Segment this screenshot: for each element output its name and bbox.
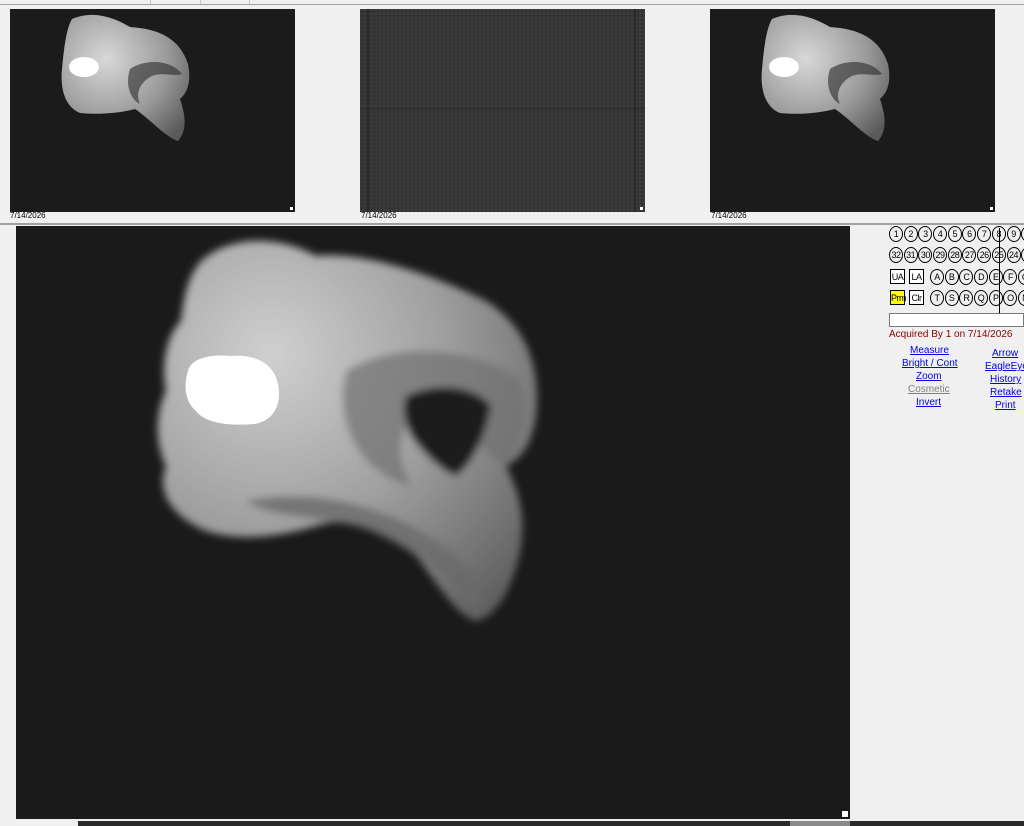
primary-tooth-button[interactable]: T	[930, 290, 944, 306]
tooth-button[interactable]: 4	[933, 226, 948, 242]
top-tab-divider	[150, 0, 151, 4]
upper-teeth-row: 1 2 3 4 5 6 7 8 9 10	[889, 226, 1024, 242]
measure-link[interactable]: Measure	[910, 345, 949, 356]
zoom-link[interactable]: Zoom	[916, 371, 942, 382]
thumbnail-3-date: 7/14/2026	[711, 211, 747, 220]
primary-tooth-button[interactable]: O	[1003, 290, 1018, 306]
thumbnail-1-date: 7/14/2026	[10, 211, 46, 220]
main-xray-view[interactable]	[16, 226, 850, 819]
top-rule	[0, 4, 1024, 5]
thumbnail-corner-marker	[990, 207, 993, 210]
tooth-button[interactable]: 30	[918, 247, 933, 263]
tooth-button[interactable]: 3	[918, 226, 933, 242]
scrollbar-thumb[interactable]	[790, 821, 850, 826]
tooth-button[interactable]: 9	[1006, 226, 1021, 242]
tooth-button[interactable]: 1	[889, 226, 903, 242]
primary-tooth-button[interactable]: G	[1018, 269, 1024, 285]
strip-divider	[0, 223, 1024, 225]
primary-tooth-button[interactable]: B	[944, 269, 959, 285]
thumbnail-corner-marker	[640, 207, 643, 210]
description-input[interactable]	[889, 313, 1024, 327]
history-link[interactable]: History	[990, 374, 1021, 385]
blank-xray-image	[360, 9, 645, 212]
eagleeye-link[interactable]: EagleEye	[985, 361, 1024, 372]
lower-teeth-row: 32 31 30 29 28 27 26 25 24 23	[889, 247, 1024, 263]
acquired-info: Acquired By 1 on 7/14/2026	[889, 329, 1013, 340]
primary-tooth-button[interactable]: S	[944, 290, 959, 306]
tooth-selection-panel: 1 2 3 4 5 6 7 8 9 10 32 31 30 29 28 27 2…	[889, 226, 1024, 426]
xray-tooth-image	[10, 9, 295, 212]
cosmetic-link[interactable]: Cosmetic	[908, 384, 950, 395]
primary-lower-teeth-row: T S R Q P O N	[930, 290, 1024, 306]
primary-upper-teeth-row: A B C D E F G	[930, 269, 1024, 285]
tooth-button[interactable]: 26	[977, 247, 992, 263]
primary-tooth-button[interactable]: R	[959, 290, 974, 306]
xray-tooth-image	[710, 9, 995, 212]
primary-toggle-button[interactable]: Prm	[890, 290, 907, 305]
lower-arch-button[interactable]: LA	[909, 269, 924, 284]
primary-tooth-button[interactable]: N	[1018, 290, 1024, 306]
main-view-corner-marker	[842, 811, 848, 817]
tooth-button[interactable]: 24	[1006, 247, 1021, 263]
top-tab-divider	[249, 0, 250, 4]
tooth-button[interactable]: 5	[947, 226, 962, 242]
print-link[interactable]: Print	[995, 400, 1016, 411]
primary-tooth-button[interactable]: E	[988, 269, 1003, 285]
quadrant-divider	[999, 228, 1000, 314]
primary-tooth-button[interactable]: F	[1003, 269, 1018, 285]
primary-tooth-button[interactable]: Q	[974, 290, 989, 306]
thumbnail-3[interactable]	[710, 9, 995, 212]
retake-link[interactable]: Retake	[990, 387, 1022, 398]
thumbnail-2-date: 7/14/2026	[361, 211, 397, 220]
arrow-link[interactable]: Arrow	[992, 348, 1018, 359]
primary-tooth-button[interactable]: P	[988, 290, 1003, 306]
tooth-button[interactable]: 28	[947, 247, 962, 263]
invert-link[interactable]: Invert	[916, 397, 941, 408]
upper-arch-button[interactable]: UA	[890, 269, 905, 284]
xray-tooth-image	[16, 226, 850, 819]
top-tab-divider	[200, 0, 201, 4]
tooth-button[interactable]: 29	[933, 247, 948, 263]
tooth-button[interactable]: 32	[889, 247, 903, 263]
tooth-button[interactable]: 2	[903, 226, 918, 242]
tooth-button[interactable]: 27	[962, 247, 977, 263]
thumbnail-2[interactable]	[360, 9, 645, 212]
tooth-button[interactable]: 7	[977, 226, 992, 242]
tooth-button[interactable]: 31	[903, 247, 918, 263]
thumbnail-1[interactable]	[10, 9, 295, 212]
primary-tooth-button[interactable]: D	[974, 269, 989, 285]
primary-tooth-button[interactable]: C	[959, 269, 974, 285]
horizontal-scrollbar[interactable]	[78, 821, 1024, 826]
clear-button[interactable]: Clr	[909, 290, 924, 305]
thumbnail-corner-marker	[290, 207, 293, 210]
primary-tooth-button[interactable]: A	[930, 269, 944, 285]
tooth-button[interactable]: 6	[962, 226, 977, 242]
bright-cont-link[interactable]: Bright / Cont	[902, 358, 958, 369]
